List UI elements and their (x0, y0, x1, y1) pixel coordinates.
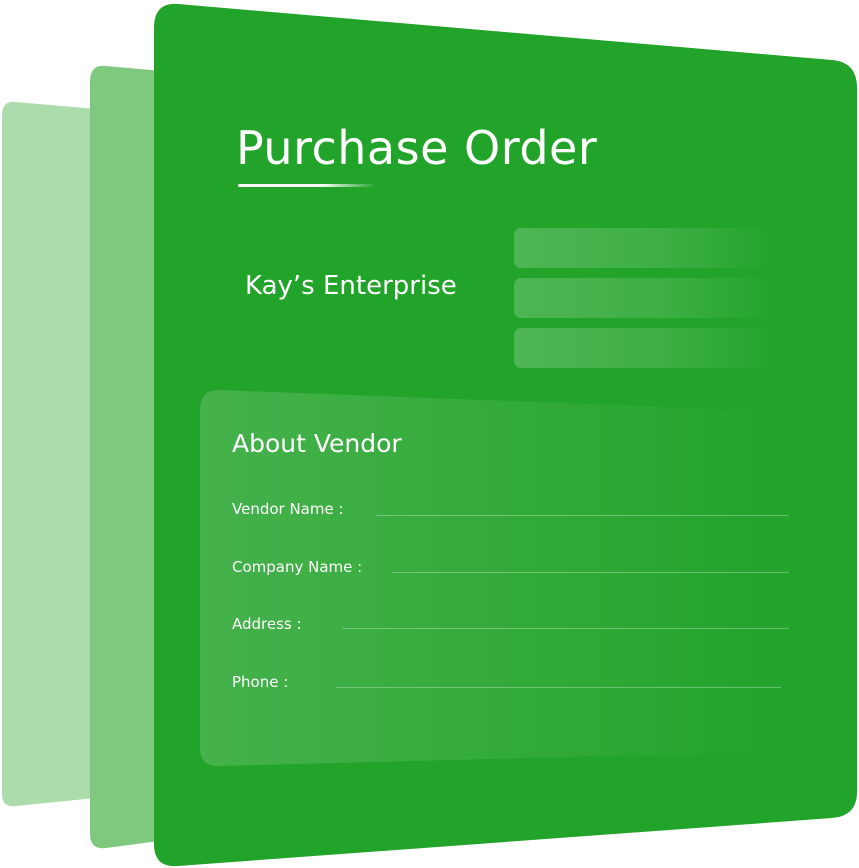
address-field[interactable] (342, 628, 789, 629)
phone-label: Phone : (232, 673, 289, 691)
vendor-name-label: Vendor Name : (232, 500, 344, 518)
company-name-field[interactable] (392, 572, 789, 573)
address-label: Address : (232, 615, 302, 633)
vendor-name-field[interactable] (376, 515, 789, 516)
phone-field[interactable] (336, 687, 781, 688)
document-stack: Purchase Order Kay’s Enterprise About Ve… (0, 0, 859, 868)
vendor-section-title: About Vendor (232, 429, 402, 458)
company-name-label: Company Name : (232, 558, 363, 576)
vendor-panel (200, 389, 812, 767)
